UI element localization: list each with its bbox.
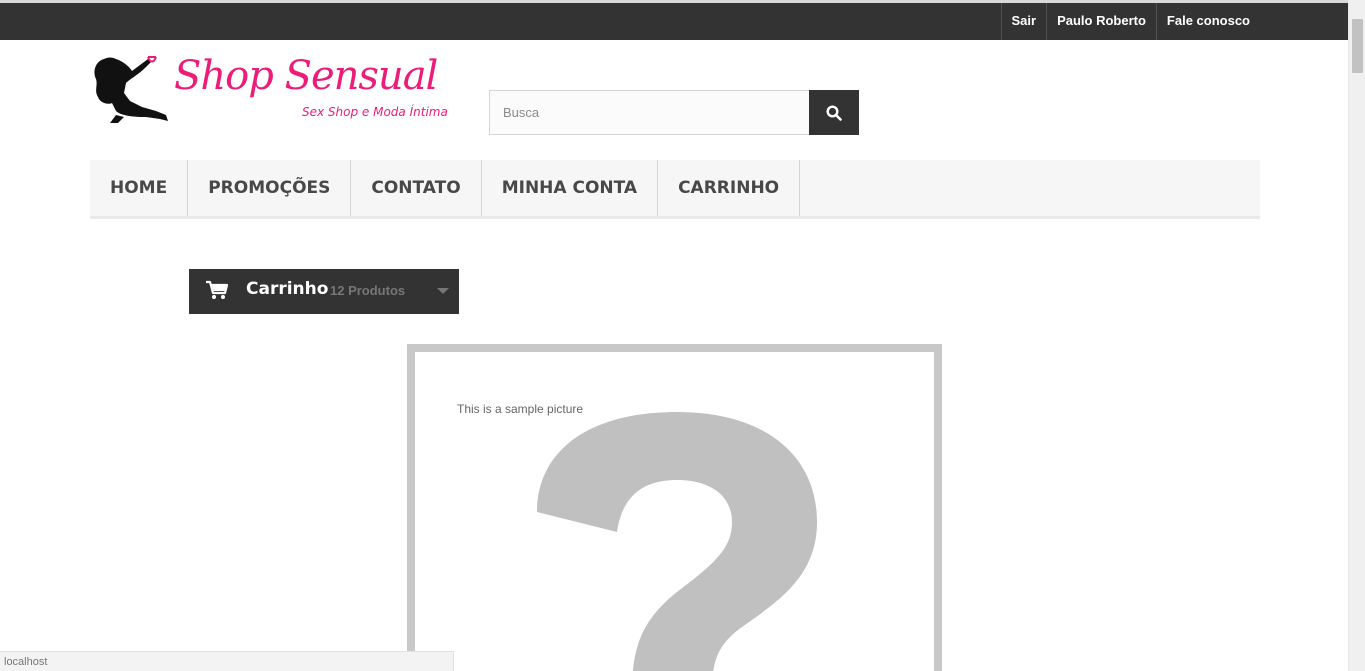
browser-status-bar: localhost	[0, 651, 454, 671]
nav-my-account[interactable]: MINHA CONTA	[482, 160, 659, 216]
cart-dropdown[interactable]: Carrinho 12 Produtos	[189, 269, 459, 314]
search-button[interactable]	[809, 90, 859, 135]
nav-promotions[interactable]: PROMOÇÕES	[188, 160, 352, 216]
top-bar-links: Sair Paulo Roberto Fale conosco	[1000, 3, 1261, 40]
nav-home[interactable]: HOME	[90, 160, 189, 216]
search-icon	[826, 104, 842, 121]
main-nav: HOME PROMOÇÕES CONTATO MINHA CONTA CARRI…	[90, 160, 1260, 219]
scrollbar-thumb[interactable]	[1352, 19, 1363, 73]
cart-title: Carrinho	[246, 279, 329, 299]
contact-us-link[interactable]: Fale conosco	[1155, 3, 1260, 40]
logout-link[interactable]: Sair	[1000, 3, 1047, 40]
page-scrollbar[interactable]	[1348, 0, 1365, 671]
browser-viewport: Sair Paulo Roberto Fale conosco Shop Sen…	[0, 0, 1348, 671]
cart-quantity: 12 Produtos	[330, 283, 406, 298]
sample-picture-caption: This is a sample picture	[457, 402, 584, 416]
shopping-cart-icon	[206, 280, 229, 299]
sample-picture: This is a sample picture	[407, 344, 942, 671]
shop-logo[interactable]: Shop Sensual Sex Shop e Moda Íntima	[90, 53, 462, 125]
search-form	[489, 90, 859, 135]
nav-contact[interactable]: CONTATO	[351, 160, 482, 216]
brand-name: Shop Sensual	[174, 53, 438, 99]
chevron-down-icon	[437, 288, 449, 294]
search-input[interactable]	[489, 90, 809, 135]
nav-cart[interactable]: CARRINHO	[658, 160, 801, 216]
top-bar: Sair Paulo Roberto Fale conosco	[0, 3, 1348, 40]
brand-tagline: Sex Shop e Moda Íntima	[302, 105, 448, 119]
account-name-link[interactable]: Paulo Roberto	[1046, 3, 1156, 40]
silhouette-logo-icon	[94, 56, 168, 123]
question-mark-placeholder-icon	[537, 412, 817, 671]
